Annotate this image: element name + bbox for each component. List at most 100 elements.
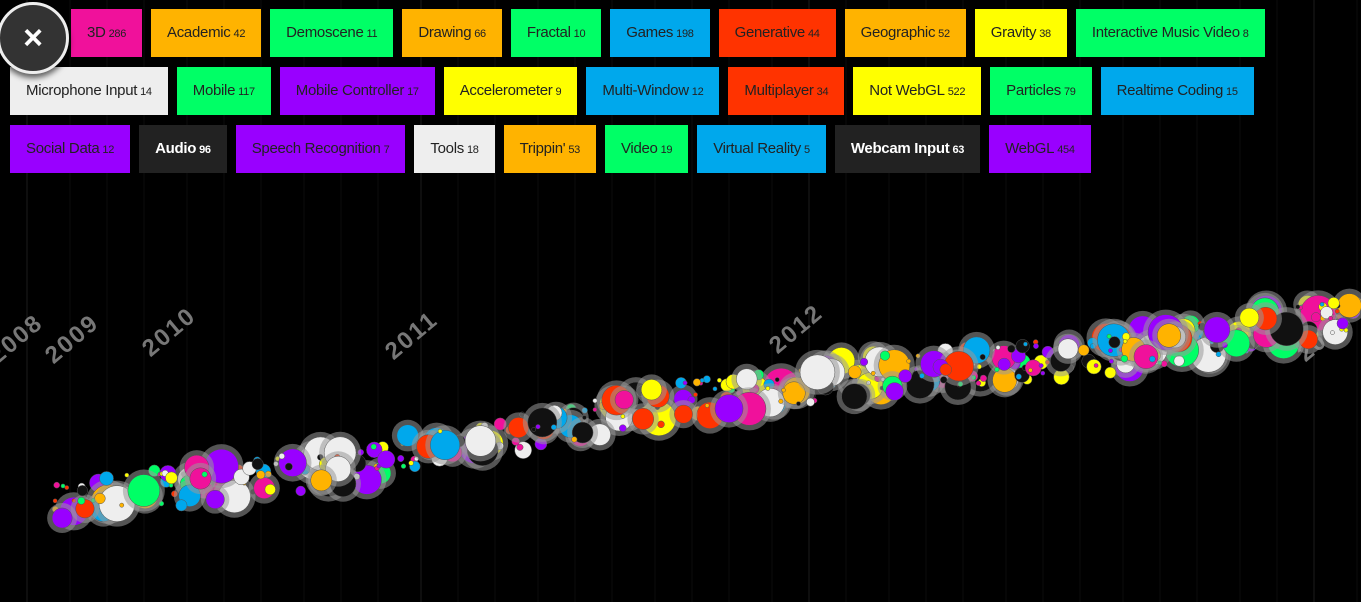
tag-3d[interactable]: 3D 286 bbox=[71, 9, 143, 57]
experiment-bubble[interactable] bbox=[1122, 339, 1128, 344]
tag-multi-window[interactable]: Multi-Window 12 bbox=[586, 67, 720, 115]
experiment-bubble[interactable] bbox=[1203, 316, 1231, 344]
experiment-bubble[interactable] bbox=[464, 425, 497, 457]
tag-games[interactable]: Games 198 bbox=[610, 9, 710, 57]
experiment-bubble[interactable] bbox=[674, 404, 693, 424]
tag-generative[interactable]: Generative 44 bbox=[718, 9, 836, 57]
tag-academic[interactable]: Academic 42 bbox=[151, 9, 262, 57]
tag-speech-recognition[interactable]: Speech Recognition 7 bbox=[235, 125, 406, 173]
tag-mobile[interactable]: Mobile 117 bbox=[176, 67, 271, 115]
experiment-bubble[interactable] bbox=[550, 424, 557, 431]
experiment-bubble[interactable] bbox=[1040, 370, 1046, 376]
experiment-bubble[interactable] bbox=[201, 471, 208, 478]
experiment-bubble[interactable] bbox=[1007, 344, 1016, 353]
experiment-bubble[interactable] bbox=[703, 375, 711, 384]
experiment-bubble[interactable] bbox=[975, 380, 982, 386]
experiment-bubble[interactable] bbox=[1239, 307, 1260, 328]
experiment-bubble[interactable] bbox=[1311, 312, 1321, 323]
experiment-bubble[interactable] bbox=[408, 460, 414, 466]
experiment-bubble[interactable] bbox=[614, 390, 634, 410]
experiment-bubble[interactable] bbox=[527, 407, 558, 438]
experiment-bubble[interactable] bbox=[53, 481, 60, 489]
experiment-bubble[interactable] bbox=[778, 398, 784, 404]
experiment-bubble[interactable] bbox=[859, 357, 869, 366]
experiment-bubble[interactable] bbox=[1173, 355, 1185, 367]
experiment-bubble[interactable] bbox=[657, 420, 665, 429]
tag-virtual-reality[interactable]: Virtual Reality 5 bbox=[697, 125, 826, 173]
experiment-bubble[interactable] bbox=[99, 471, 114, 486]
experiment-bubble[interactable] bbox=[430, 430, 461, 461]
experiment-bubble[interactable] bbox=[64, 485, 70, 490]
experiment-bubble[interactable] bbox=[995, 345, 1001, 350]
experiment-bubble[interactable] bbox=[806, 397, 815, 407]
experiment-bubble[interactable] bbox=[1077, 344, 1090, 356]
experiment-bubble[interactable] bbox=[841, 383, 868, 410]
experiment-bubble[interactable] bbox=[127, 474, 161, 507]
experiment-bubble[interactable] bbox=[906, 358, 911, 364]
experiment-bubble[interactable] bbox=[898, 369, 912, 383]
experiment-bubble[interactable] bbox=[1033, 343, 1039, 349]
experiment-bubble[interactable] bbox=[939, 363, 952, 376]
experiment-bubble[interactable] bbox=[77, 496, 86, 505]
experiment-bubble[interactable] bbox=[1024, 359, 1042, 377]
tag-tools[interactable]: Tools 18 bbox=[414, 125, 495, 173]
experiment-bubble[interactable] bbox=[765, 386, 771, 391]
experiment-bubble[interactable] bbox=[582, 415, 587, 420]
tag-trippin[interactable]: Trippin' 53 bbox=[503, 125, 596, 173]
experiment-bubble[interactable] bbox=[251, 458, 264, 470]
tag-realtime-coding[interactable]: Realtime Coding 15 bbox=[1100, 67, 1254, 115]
experiment-bubble[interactable] bbox=[284, 462, 293, 471]
tag-particles[interactable]: Particles 79 bbox=[990, 67, 1092, 115]
experiment-bubble[interactable] bbox=[571, 436, 578, 443]
experiment-bubble[interactable] bbox=[278, 448, 307, 477]
close-button[interactable]: × bbox=[0, 2, 69, 74]
experiment-bubble[interactable] bbox=[736, 368, 758, 390]
experiment-bubble[interactable] bbox=[1023, 341, 1028, 347]
tag-mobile-controller[interactable]: Mobile Controller 17 bbox=[279, 67, 435, 115]
experiment-bubble[interactable] bbox=[692, 378, 701, 387]
experiment-bubble[interactable] bbox=[1108, 358, 1114, 364]
tag-fractal[interactable]: Fractal 10 bbox=[510, 9, 602, 57]
experiment-bubble[interactable] bbox=[1108, 348, 1113, 353]
tag-accelerometer[interactable]: Accelerometer 9 bbox=[443, 67, 578, 115]
experiment-bubble[interactable] bbox=[264, 483, 276, 496]
tag-webgl[interactable]: WebGL 454 bbox=[989, 125, 1091, 173]
experiment-bubble[interactable] bbox=[919, 373, 925, 379]
experiment-bubble[interactable] bbox=[1330, 330, 1335, 335]
experiment-bubble[interactable] bbox=[619, 424, 627, 432]
experiment-bubble[interactable] bbox=[516, 443, 524, 451]
experiment-bubble[interactable] bbox=[256, 470, 266, 480]
experiment-bubble[interactable] bbox=[397, 455, 405, 462]
tag-geographic[interactable]: Geographic 52 bbox=[844, 9, 966, 57]
experiment-bubble[interactable] bbox=[592, 407, 598, 412]
experiment-bubble[interactable] bbox=[295, 485, 306, 497]
experiment-bubble[interactable] bbox=[1334, 308, 1340, 314]
experiment-bubble[interactable] bbox=[531, 427, 537, 432]
tag-demoscene[interactable]: Demoscene 11 bbox=[270, 9, 394, 57]
experiment-bubble[interactable] bbox=[1336, 317, 1349, 330]
experiment-bubble[interactable] bbox=[189, 467, 212, 490]
tag-gravity[interactable]: Gravity 38 bbox=[974, 9, 1067, 57]
tag-multiplayer[interactable]: Multiplayer 34 bbox=[728, 67, 845, 115]
experiment-bubble[interactable] bbox=[940, 376, 948, 384]
experiment-bubble[interactable] bbox=[693, 392, 698, 397]
experiment-bubble[interactable] bbox=[799, 354, 836, 390]
experiment-bubble[interactable] bbox=[165, 471, 178, 485]
experiment-bubble[interactable] bbox=[1104, 366, 1117, 379]
experiment-bubble[interactable] bbox=[377, 450, 396, 469]
experiment-bubble[interactable] bbox=[620, 414, 626, 419]
experiment-bubble[interactable] bbox=[1122, 332, 1131, 341]
experiment-bubble[interactable] bbox=[1057, 338, 1079, 360]
tag-drawing[interactable]: Drawing 66 bbox=[402, 9, 502, 57]
experiment-bubble[interactable] bbox=[52, 498, 58, 504]
experiment-bubble[interactable] bbox=[278, 453, 285, 460]
experiment-bubble[interactable] bbox=[1215, 351, 1222, 358]
tag-interactive-music-video[interactable]: Interactive Music Video 8 bbox=[1075, 9, 1265, 57]
experiment-bubble[interactable] bbox=[1086, 359, 1102, 375]
experiment-bubble[interactable] bbox=[979, 354, 986, 360]
experiment-bubble[interactable] bbox=[997, 357, 1011, 371]
experiment-bubble[interactable] bbox=[712, 386, 718, 392]
experiment-bubble[interactable] bbox=[1149, 355, 1156, 363]
experiment-bubble[interactable] bbox=[1028, 367, 1033, 373]
experiment-bubble[interactable] bbox=[1015, 339, 1030, 354]
